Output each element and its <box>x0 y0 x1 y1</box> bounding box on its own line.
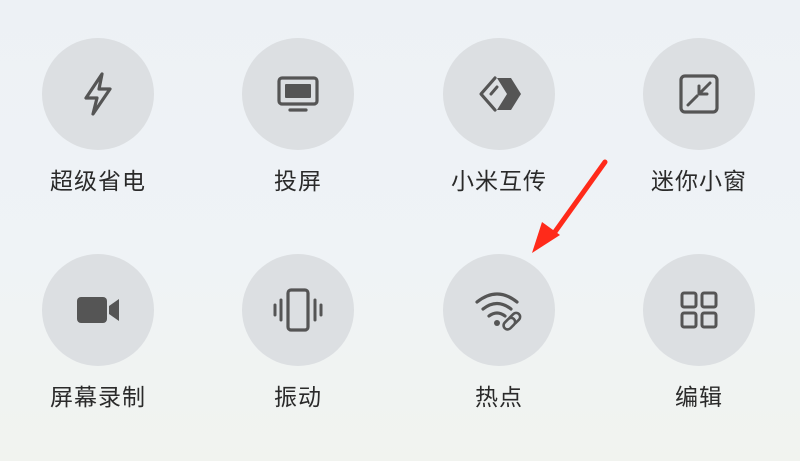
tile-screen-recording[interactable]: 屏幕录制 <box>23 254 173 434</box>
tile-vibrate[interactable]: 振动 <box>223 254 373 434</box>
wifi-hotspot-icon <box>475 292 522 331</box>
vibrate-phone-icon <box>273 288 323 332</box>
tile-screen-cast[interactable]: 投屏 <box>223 38 373 218</box>
tile-label: 编辑 <box>675 385 723 411</box>
tile-label: 投屏 <box>274 169 322 195</box>
tile-button[interactable] <box>443 38 555 150</box>
mini-window-icon <box>679 74 719 114</box>
tile-button[interactable] <box>42 38 154 150</box>
video-camera-icon <box>77 297 119 323</box>
tile-super-power-saving[interactable]: 超级省电 <box>23 38 173 218</box>
tile-label: 超级省电 <box>50 169 146 195</box>
tile-button[interactable] <box>242 38 354 150</box>
tile-label: 小米互传 <box>451 169 547 195</box>
tile-button[interactable] <box>443 254 555 366</box>
lightning-bolt-icon <box>84 72 112 116</box>
transfer-arrows-icon <box>479 76 521 112</box>
tile-label: 热点 <box>475 385 523 411</box>
monitor-icon <box>277 76 319 112</box>
grid-edit-icon <box>680 291 718 329</box>
tile-button[interactable] <box>242 254 354 366</box>
tile-button[interactable] <box>42 254 154 366</box>
tile-button[interactable] <box>643 254 755 366</box>
tile-label: 迷你小窗 <box>651 169 747 195</box>
tile-label: 振动 <box>274 385 322 411</box>
tile-edit[interactable]: 编辑 <box>624 254 774 434</box>
tile-label: 屏幕录制 <box>50 385 146 411</box>
tile-mini-window[interactable]: 迷你小窗 <box>624 38 774 218</box>
tile-button[interactable] <box>643 38 755 150</box>
tile-hotspot[interactable]: 热点 <box>424 254 574 434</box>
tile-mi-share[interactable]: 小米互传 <box>424 38 574 218</box>
